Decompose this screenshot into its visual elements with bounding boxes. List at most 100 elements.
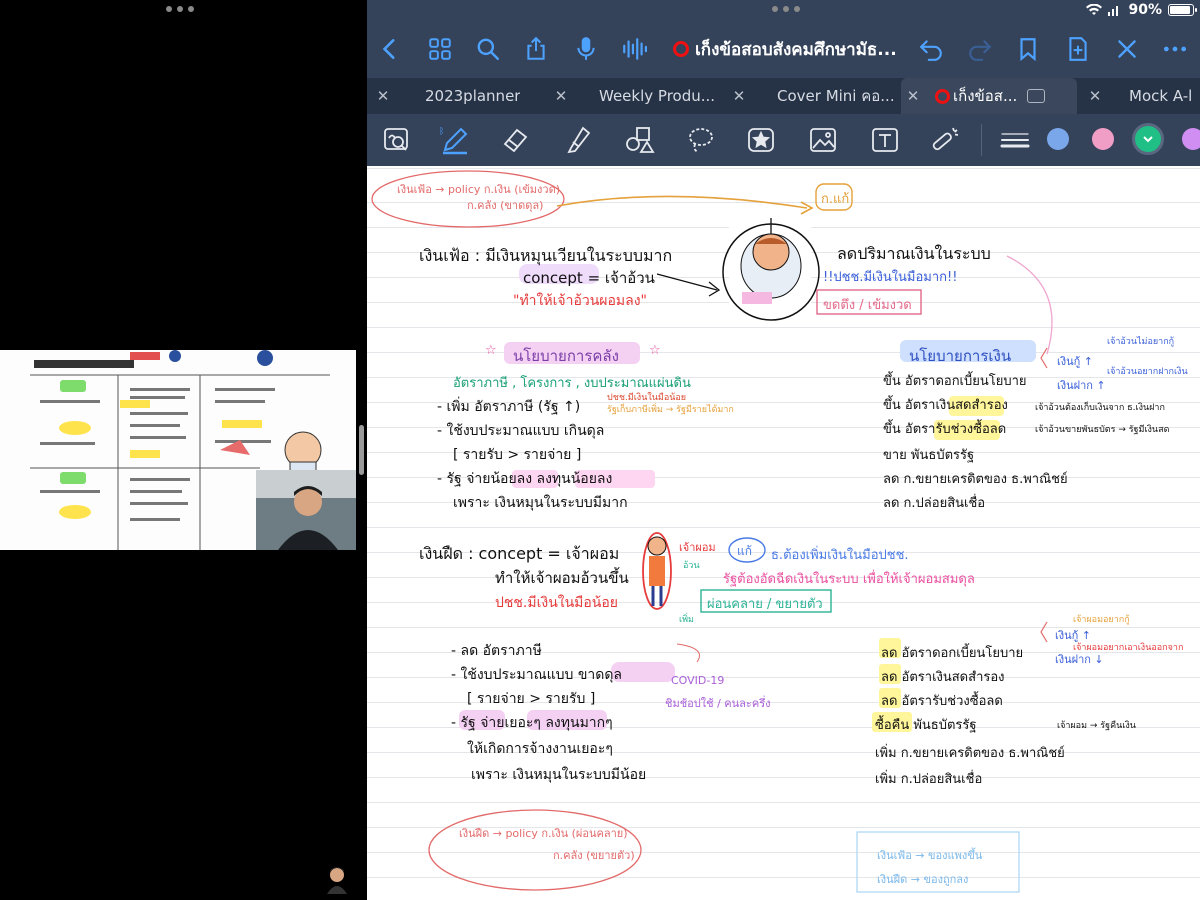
note-box-inflation: เงินเฟ้อ → ของแพงขึ้น — [877, 849, 983, 862]
image-tool-icon[interactable] — [805, 122, 841, 158]
deflation-line2: ทำให้เจ้าผอมอ้วนขึ้น — [495, 569, 629, 587]
monetary-side-6: เจ้าอ้วนขายพันธบัตร → รัฐมีเงินสด — [1035, 425, 1170, 435]
color-swatch-pink[interactable] — [1092, 128, 1114, 150]
split-view-icon[interactable] — [1027, 89, 1046, 103]
document-title[interactable]: เก็งข้อสอบสังคมศึกษามัธ... ⌄ — [673, 37, 895, 61]
more-icon[interactable] — [1160, 34, 1190, 64]
text-tool-icon[interactable] — [867, 122, 903, 158]
monetary2-item-6: เพิ่ม ก.ปล่อยสินเชื่อ — [875, 772, 983, 787]
monetary-side-5: เจ้าอ้วนต้องเก็บเงินจาก ธ.เงินฝาก — [1035, 403, 1165, 413]
thin-character-illustration — [642, 532, 672, 610]
main-toolbar: เก็งข้อสอบสังคมศึกษามัธ... ⌄ — [367, 28, 1200, 70]
tab-weekly-productivity[interactable]: ✕ Weekly Produ... — [549, 78, 719, 114]
fiscal-item-2: - ใช้งบประมาณแบบ เกินดุล — [437, 423, 605, 439]
grid-icon[interactable] — [425, 34, 455, 64]
note-inflation-policy-2: ก.คลัง (ขาดดุล) — [467, 199, 544, 212]
monetary-item-3: ขึ้น อัตรารับช่วงซื้อลด — [883, 422, 1007, 437]
monetary-item-4: ขาย พันธบัตรรัฐ — [883, 448, 975, 463]
tab-2023planner[interactable]: ✕ 2023planner — [371, 78, 541, 114]
monetary2-side-4: เจ้าผอมอยากเอาเงินออกจาก — [1073, 643, 1184, 653]
fiscal-side-2: รัฐเก็บภาษีเพิ่ม → รัฐมีรายได้มาก — [607, 405, 734, 415]
bookmark-icon[interactable] — [1013, 34, 1043, 64]
color-swatch-blue[interactable] — [1047, 128, 1069, 150]
note-page[interactable]: ☆ ☆ เงินเฟ้อ → policy ก.เงิน (เข้มงวด) ก… — [367, 166, 1200, 900]
presenter-avatar[interactable] — [325, 866, 349, 894]
svg-text:☆: ☆ — [485, 343, 497, 358]
inflation-fix-label: ก.แก้ — [821, 192, 850, 207]
redo-icon[interactable] — [965, 34, 995, 64]
tab-close-icon[interactable]: ✕ — [1083, 87, 1107, 105]
note-deflation-policy-2: ก.คลัง (ขยายตัว) — [553, 849, 635, 862]
deflation-fix-label: แก้ — [737, 544, 752, 558]
back-icon[interactable] — [375, 34, 405, 64]
tab-close-icon[interactable]: ✕ — [549, 87, 573, 105]
zoom-window-icon[interactable] — [379, 122, 415, 158]
status-bar: 90% — [1086, 2, 1197, 18]
audio-icon[interactable] — [619, 34, 649, 64]
share-icon[interactable] — [521, 34, 551, 64]
monetary2-item-4: ซื้อคืน พันธบัตรรัฐ — [875, 718, 977, 733]
sticker-tool-icon[interactable] — [743, 122, 779, 158]
add-page-icon[interactable] — [1063, 34, 1093, 64]
split-view-handle[interactable] — [359, 425, 364, 475]
presenter-video — [256, 470, 356, 550]
color-swatch-purple[interactable] — [1182, 128, 1200, 150]
monetary-side-1: เงินกู้ ↑ — [1057, 355, 1094, 368]
tab-current-document[interactable]: ✕ เก็งข้อส... — [901, 78, 1077, 114]
fiscal2-item-2: - ใช้งบประมาณแบบ ขาดดุล — [451, 667, 623, 683]
top-bar: 90% เก็งข้อสอบสังคมศึกษามัธ... ⌄ — [367, 0, 1200, 80]
deflation-line3: ปชช.มีเงินในมือน้อย — [495, 595, 618, 611]
undo-icon[interactable] — [916, 34, 946, 64]
battery-percent: 90% — [1128, 2, 1162, 18]
fiscal2-item-5: ให้เกิดการจ้างงานเยอะๆ — [467, 741, 613, 757]
monetary-side-4: เจ้าอ้วนอยากฝากเงิน — [1107, 367, 1188, 377]
inflation-quote: "ทำให้เจ้าอ้วนผอมลง" — [513, 293, 647, 309]
page-ink-layer: ☆ ☆ — [371, 170, 1053, 893]
covid-note-1: COVID-19 — [671, 674, 725, 687]
monetary2-item-2: ลด อัตราเงินสดสำรอง — [881, 670, 1005, 685]
ipad-screen: 90% เก็งข้อสอบสังคมศึกษามัธ... ⌄ — [0, 0, 1200, 900]
color-swatch-green-selected[interactable] — [1132, 123, 1164, 155]
fiscal2-item-1: - ลด อัตราภาษี — [451, 643, 542, 659]
drawing-toolbar: ᛒ — [367, 114, 1200, 166]
fiscal-policy-header: นโยบายการคลัง — [513, 347, 619, 365]
monetary-side-2: เงินฝาก ↑ — [1057, 379, 1106, 392]
fiscal2-item-4: - รัฐ จ่ายเยอะๆ ลงทุนมากๆ — [451, 715, 613, 731]
tab-close-icon[interactable]: ✕ — [371, 87, 395, 105]
wifi-icon — [1086, 4, 1103, 15]
monetary-item-6: ลด ก.ปล่อยสินเชื่อ — [883, 496, 986, 511]
pen-tool-icon[interactable]: ᛒ — [437, 122, 473, 158]
goodnotes-app: 90% เก็งข้อสอบสังคมศึกษามัธ... ⌄ — [367, 0, 1200, 900]
deflation-tag: เจ้าผอม — [679, 541, 716, 554]
multitask-dots-left[interactable] — [166, 6, 194, 12]
highlighter-tool-icon[interactable] — [559, 122, 595, 158]
tab-mock-a-level[interactable]: ✕ Mock A-l — [1083, 78, 1200, 114]
mic-icon[interactable] — [571, 34, 601, 64]
monetary2-item-5: เพิ่ม ก.ขยายเครดิตของ ธ.พาณิชย์ — [875, 746, 1065, 761]
monetary-policy-header: นโยบายการเงิน — [909, 347, 1012, 365]
monetary-item-5: ลด ก.ขยายเครดิตของ ธ.พาณิชย์ — [883, 472, 1068, 487]
lasso-tool-icon[interactable] — [683, 122, 719, 158]
fiscal-item-4: - รัฐ จ่ายน้อยลง ลงทุนน้อยลง — [437, 471, 613, 487]
stroke-width-icon[interactable] — [997, 122, 1033, 158]
video-thumbnail[interactable] — [0, 350, 356, 550]
close-icon[interactable] — [1112, 34, 1142, 64]
deflation-tag-2: อ้วน — [683, 561, 700, 571]
tab-close-icon[interactable]: ✕ — [727, 87, 751, 105]
monetary-item-2: ขึ้น อัตราเงินสดสำรอง — [883, 398, 1008, 413]
fiscal-item-1: - เพิ่ม อัตราภาษี (รัฐ ↑) — [437, 399, 581, 415]
record-icon — [673, 41, 689, 57]
monetary2-side-3: เจ้าผอมอยากกู้ — [1073, 615, 1130, 625]
fiscal-item-3: [ รายรับ > รายจ่าย ] — [453, 447, 582, 463]
shapes-tool-icon[interactable] — [621, 122, 657, 158]
monetary2-side-5: เจ้าผอม → รัฐคืนเงิน — [1057, 721, 1136, 731]
deflation-tag-3: เพิ่ม — [679, 615, 694, 625]
eraser-tool-icon[interactable] — [497, 122, 533, 158]
multitask-dots-app[interactable] — [772, 6, 800, 12]
record-icon — [935, 88, 950, 104]
laser-pointer-icon[interactable] — [927, 122, 963, 158]
battery-icon — [1168, 4, 1197, 16]
search-icon[interactable] — [473, 34, 503, 64]
tab-cover-mini[interactable]: ✕ Cover Mini คอ... — [727, 78, 897, 114]
tab-close-icon[interactable]: ✕ — [901, 87, 925, 105]
